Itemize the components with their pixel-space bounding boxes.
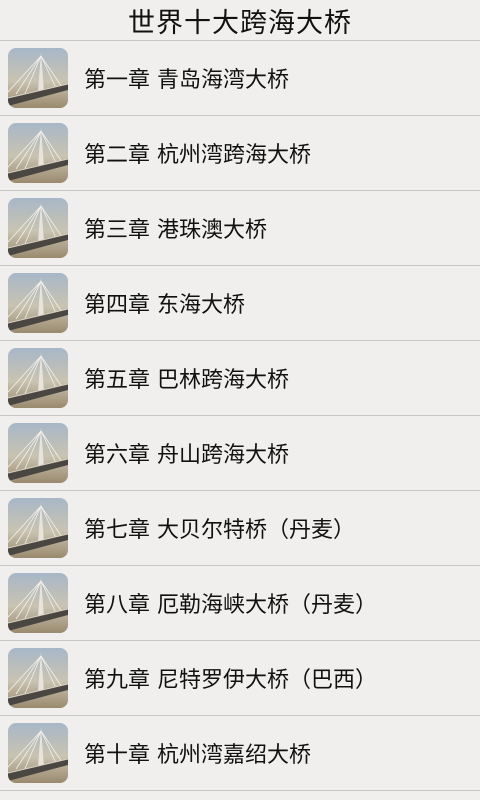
- bridge-thumbnail-graphic: [8, 498, 68, 558]
- chapter-item-6[interactable]: 第六章 舟山跨海大桥: [0, 416, 480, 491]
- bridge-thumbnail-icon: [8, 48, 68, 108]
- bridge-thumbnail-graphic: [8, 123, 68, 183]
- chapter-item-2[interactable]: 第二章 杭州湾跨海大桥: [0, 116, 480, 191]
- chapter-label: 第九章 尼特罗伊大桥（巴西）: [84, 668, 377, 693]
- bridge-thumbnail-icon: [8, 648, 68, 708]
- chapter-item-1[interactable]: 第一章 青岛海湾大桥: [0, 41, 480, 116]
- bridge-thumbnail-graphic: [8, 348, 68, 408]
- chapter-label: 第五章 巴林跨海大桥: [84, 368, 289, 393]
- chapter-item-3[interactable]: 第三章 港珠澳大桥: [0, 191, 480, 266]
- bridge-thumbnail-graphic: [8, 423, 68, 483]
- chapter-label: 第十章 杭州湾嘉绍大桥: [84, 743, 311, 768]
- title-bar: 世界十大跨海大桥: [0, 0, 480, 41]
- bridge-thumbnail-icon: [8, 198, 68, 258]
- chapter-item-4[interactable]: 第四章 东海大桥: [0, 266, 480, 341]
- bridge-thumbnail-graphic: [8, 648, 68, 708]
- page-title: 世界十大跨海大桥: [128, 7, 352, 39]
- chapter-item-5[interactable]: 第五章 巴林跨海大桥: [0, 341, 480, 416]
- bridge-thumbnail-icon: [8, 348, 68, 408]
- chapter-label: 第一章 青岛海湾大桥: [84, 68, 289, 93]
- chapter-label: 第三章 港珠澳大桥: [84, 218, 267, 243]
- chapter-label: 第八章 厄勒海峡大桥（丹麦）: [84, 593, 377, 618]
- chapter-item-7[interactable]: 第七章 大贝尔特桥（丹麦）: [0, 491, 480, 566]
- bridge-thumbnail-icon: [8, 273, 68, 333]
- bridge-thumbnail-icon: [8, 123, 68, 183]
- app-window: 世界十大跨海大桥 第一章 青岛海湾大桥 第二章 杭州湾跨海大桥 第三章 港珠澳大…: [0, 0, 480, 800]
- chapter-item-8[interactable]: 第八章 厄勒海峡大桥（丹麦）: [0, 566, 480, 641]
- bridge-thumbnail-graphic: [8, 48, 68, 108]
- chapter-list: 第一章 青岛海湾大桥 第二章 杭州湾跨海大桥 第三章 港珠澳大桥 第四章 东海大…: [0, 41, 480, 791]
- bridge-thumbnail-icon: [8, 723, 68, 783]
- bridge-thumbnail-icon: [8, 573, 68, 633]
- bridge-thumbnail-graphic: [8, 573, 68, 633]
- chapter-label: 第四章 东海大桥: [84, 293, 245, 318]
- chapter-label: 第七章 大贝尔特桥（丹麦）: [84, 518, 355, 543]
- bridge-thumbnail-graphic: [8, 198, 68, 258]
- chapter-item-9[interactable]: 第九章 尼特罗伊大桥（巴西）: [0, 641, 480, 716]
- bridge-thumbnail-graphic: [8, 273, 68, 333]
- bridge-thumbnail-icon: [8, 423, 68, 483]
- chapter-label: 第六章 舟山跨海大桥: [84, 443, 289, 468]
- bridge-thumbnail-graphic: [8, 723, 68, 783]
- bridge-thumbnail-icon: [8, 498, 68, 558]
- chapter-label: 第二章 杭州湾跨海大桥: [84, 143, 311, 168]
- chapter-item-10[interactable]: 第十章 杭州湾嘉绍大桥: [0, 716, 480, 791]
